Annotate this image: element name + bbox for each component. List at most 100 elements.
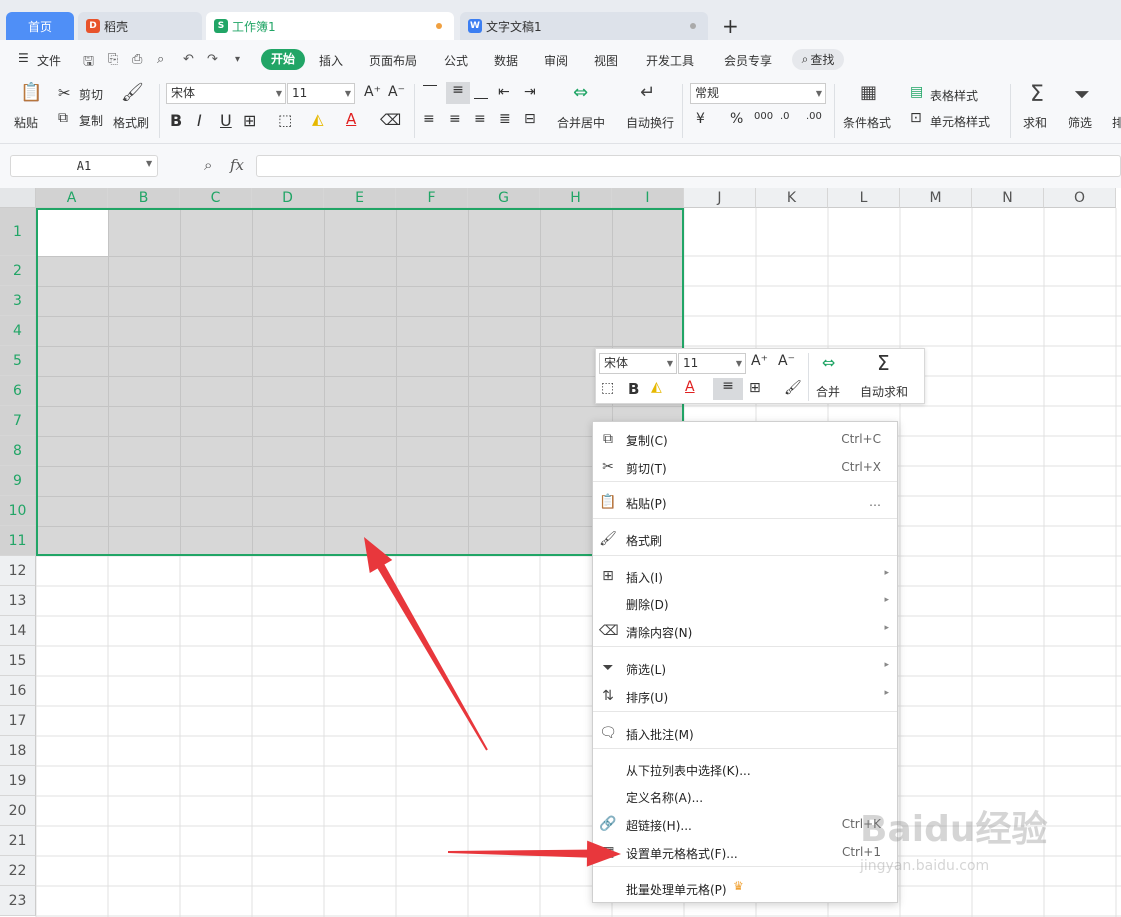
menu-file[interactable]: 文件 — [37, 52, 61, 69]
print-preview-icon[interactable]: ⌕ — [157, 52, 164, 67]
copy-icon[interactable]: ⧉ — [58, 110, 68, 126]
mini-merge-icon[interactable]: ⇔ — [822, 353, 835, 372]
underline-icon[interactable]: U — [220, 111, 232, 130]
zoom-icon[interactable]: ⌕ — [204, 156, 212, 174]
fill-pattern-icon[interactable]: ⬚ — [278, 111, 292, 129]
tab-home[interactable]: 首页 — [6, 12, 74, 40]
column-header-l[interactable]: L — [828, 188, 900, 208]
row-header-6[interactable]: 6 — [0, 376, 36, 406]
hamburger-icon[interactable]: ☰ — [18, 51, 29, 65]
row-header-16[interactable]: 16 — [0, 676, 36, 706]
font-color-icon[interactable]: A — [346, 110, 356, 128]
font-size-select[interactable]: 11 ▼ — [287, 83, 355, 104]
context-menu-item[interactable]: 批量处理单元格(P) ♛ — [593, 875, 897, 901]
column-header-h[interactable]: H — [540, 188, 612, 208]
row-header-1[interactable]: 1 — [0, 208, 36, 256]
align-left-icon[interactable]: ≡ — [423, 111, 435, 127]
mini-border-icon[interactable]: ⊞ — [749, 380, 761, 396]
number-format-select[interactable]: 常规 ▼ — [690, 83, 826, 104]
mini-decrease-font-icon[interactable]: A⁻ — [778, 353, 795, 369]
context-menu-item[interactable]: ✂ 剪切(T) Ctrl+X — [593, 454, 897, 480]
menu-view[interactable]: 视图 — [594, 52, 618, 69]
paste-button[interactable]: 粘贴 — [14, 114, 38, 131]
column-header-b[interactable]: B — [108, 188, 180, 208]
context-menu-item[interactable]: ⊞ 插入(I) ▸ — [593, 563, 897, 589]
thousands-icon[interactable]: 000 — [754, 111, 773, 122]
column-header-n[interactable]: N — [972, 188, 1044, 208]
filter-icon[interactable]: ⏷ — [1074, 82, 1090, 106]
indent-icon[interactable]: ⇥ — [524, 84, 536, 100]
menu-developer[interactable]: 开发工具 — [646, 52, 694, 69]
row-header-5[interactable]: 5 — [0, 346, 36, 376]
row-header-9[interactable]: 9 — [0, 466, 36, 496]
context-menu-item[interactable]: ⌫ 清除内容(N) ▸ — [593, 618, 897, 644]
save-icon[interactable]: 🖫 — [83, 52, 94, 74]
context-menu-item[interactable]: 删除(D) ▸ — [593, 590, 897, 616]
context-menu-item[interactable]: 🖌 格式刷 — [593, 526, 897, 552]
context-menu-item[interactable]: 🗨 插入批注(M) — [593, 720, 897, 746]
row-header-18[interactable]: 18 — [0, 736, 36, 766]
search-button[interactable]: ⌕ 查找 — [792, 49, 844, 70]
mini-fill-color-icon[interactable]: ◭ — [651, 379, 662, 395]
undo-icon[interactable]: ↶ — [183, 52, 194, 67]
context-menu-item[interactable]: 🔗 超链接(H)... Ctrl+K — [593, 811, 897, 837]
sum-icon[interactable]: Σ — [1030, 82, 1044, 107]
distribute-icon[interactable]: ⊟ — [524, 111, 536, 127]
justify-icon[interactable]: ≣ — [499, 111, 511, 127]
print-icon[interactable]: ⎙ — [132, 52, 142, 67]
active-cell[interactable] — [38, 210, 108, 256]
menu-review[interactable]: 审阅 — [544, 52, 568, 69]
cell-style-icon[interactable]: ⊡ — [910, 110, 922, 126]
row-header-2[interactable]: 2 — [0, 256, 36, 286]
copy-button[interactable]: 复制 — [79, 112, 103, 129]
quick-access-more-icon[interactable]: ▾ — [235, 54, 240, 65]
new-tab-button[interactable]: + — [722, 14, 739, 38]
cell-style-button[interactable]: 单元格样式 — [930, 113, 990, 130]
menu-membership[interactable]: 会员专享 — [724, 52, 772, 69]
paste-icon[interactable]: 📋 — [20, 82, 42, 103]
name-box[interactable]: A1 — [10, 155, 158, 177]
menu-data[interactable]: 数据 — [494, 52, 518, 69]
mini-merge-button[interactable]: 合并 — [816, 383, 840, 400]
context-menu-item[interactable]: 从下拉列表中选择(K)... — [593, 756, 897, 782]
cut-icon[interactable]: ✂ — [58, 84, 71, 102]
mini-align-icon[interactable]: ≡ — [713, 378, 743, 400]
mini-format-painter-icon[interactable]: 🖌 — [784, 380, 802, 396]
row-header-20[interactable]: 20 — [0, 796, 36, 826]
column-header-c[interactable]: C — [180, 188, 252, 208]
eraser-icon[interactable]: ⌫ — [380, 111, 401, 129]
menu-start[interactable]: 开始 — [261, 49, 305, 70]
mini-select-icon[interactable]: ⬚ — [601, 380, 614, 396]
row-header-10[interactable]: 10 — [0, 496, 36, 526]
row-header-12[interactable]: 12 — [0, 556, 36, 586]
column-header-i[interactable]: I — [612, 188, 684, 208]
mini-font-size-select[interactable]: 11 ▼ — [678, 353, 746, 374]
redo-icon[interactable]: ↷ — [207, 52, 218, 67]
sum-button[interactable]: 求和 — [1023, 114, 1047, 131]
mini-font-color-icon[interactable]: A — [685, 379, 695, 395]
tab-document[interactable]: W 文字文稿1 — [460, 12, 708, 40]
context-menu-item[interactable]: ▦ 设置单元格格式(F)... Ctrl+1 — [593, 839, 897, 865]
conditional-format-icon[interactable]: ▦ — [860, 82, 877, 103]
border-icon[interactable]: ⊞ — [243, 111, 256, 130]
decrease-font-icon[interactable]: A⁻ — [388, 84, 405, 100]
tab-close-dot-icon[interactable] — [690, 23, 696, 29]
font-name-select[interactable]: 宋体 ▼ — [166, 83, 286, 104]
context-menu-item[interactable]: 📋 粘贴(P)… — [593, 489, 897, 515]
format-painter-button[interactable]: 格式刷 — [113, 114, 149, 131]
row-header-23[interactable]: 23 — [0, 886, 36, 916]
mini-font-name-select[interactable]: 宋体 ▼ — [599, 353, 677, 374]
merge-center-icon[interactable]: ⇔ — [573, 82, 588, 103]
table-style-icon[interactable]: ▤ — [910, 84, 923, 100]
percent-icon[interactable]: % — [730, 111, 743, 127]
bold-icon[interactable]: B — [170, 111, 182, 130]
chevron-down-icon[interactable]: ▼ — [146, 159, 152, 168]
currency-icon[interactable]: ¥ — [696, 111, 705, 127]
align-center-icon[interactable]: ≡ — [449, 111, 461, 127]
row-header-11[interactable]: 11 — [0, 526, 36, 556]
tab-daoke[interactable]: D 稻壳 — [78, 12, 202, 40]
wrap-text-icon[interactable]: ↵ — [640, 82, 655, 103]
context-menu-item[interactable]: 定义名称(A)... — [593, 783, 897, 809]
format-painter-icon[interactable]: 🖌 — [121, 82, 144, 103]
increase-font-icon[interactable]: A⁺ — [364, 84, 381, 100]
